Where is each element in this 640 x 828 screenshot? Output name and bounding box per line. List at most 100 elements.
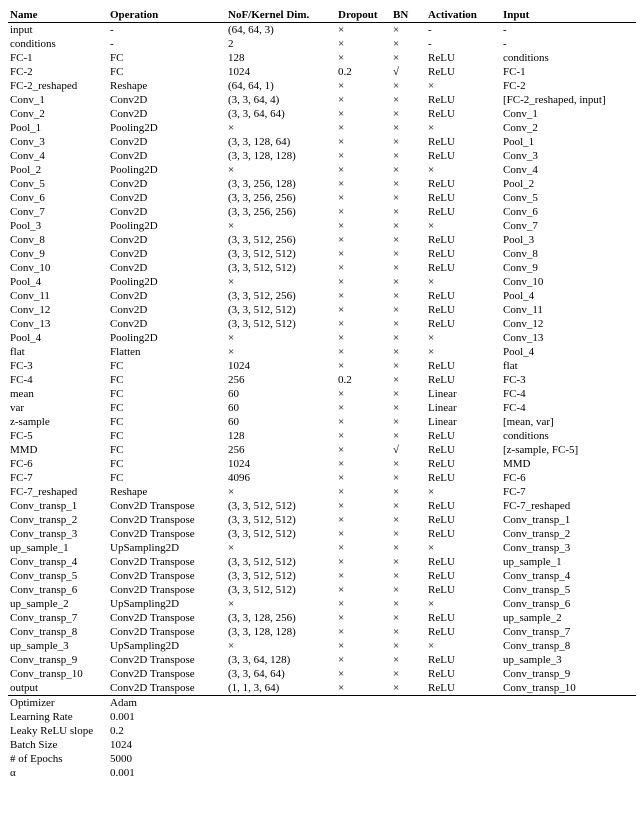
table-row: meanFC60××LinearFC-4 <box>8 387 636 401</box>
cell-inp: up_sample_3 <box>501 653 636 667</box>
table-row: Conv_11Conv2D(3, 3, 512, 256)××ReLUPool_… <box>8 289 636 303</box>
cell-name: FC-7_reshaped <box>8 485 108 499</box>
cell-act: ReLU <box>426 583 501 597</box>
cell-bn: × <box>391 457 426 471</box>
cell-bn: × <box>391 583 426 597</box>
cell-inp: FC-6 <box>501 471 636 485</box>
cell-dropout: × <box>336 457 391 471</box>
cell-act: × <box>426 219 501 233</box>
cell-op: Conv2D Transpose <box>108 499 226 513</box>
cell-name: Conv_8 <box>8 233 108 247</box>
cell-act: ReLU <box>426 303 501 317</box>
cell-nof: (3, 3, 64, 64) <box>226 107 336 121</box>
cell-bn: × <box>391 317 426 331</box>
cell-act: ReLU <box>426 667 501 681</box>
cell-name: Conv_5 <box>8 177 108 191</box>
cell-dropout: × <box>336 667 391 681</box>
table-row: Pool_4Pooling2D××××Conv_13 <box>8 331 636 345</box>
table-row: conditions-2××-- <box>8 37 636 51</box>
cell-inp: FC-7_reshaped <box>501 499 636 513</box>
cell-dropout: × <box>336 541 391 555</box>
cell-name: input <box>8 23 108 38</box>
cell-op: FC <box>108 471 226 485</box>
cell-name: Conv_11 <box>8 289 108 303</box>
hyper-row: α0.001 <box>8 766 636 780</box>
cell-dropout: × <box>336 135 391 149</box>
cell-dropout: × <box>336 345 391 359</box>
cell-dropout: × <box>336 37 391 51</box>
col-nof: NoF/Kernel Dim. <box>226 8 336 23</box>
cell-act: ReLU <box>426 149 501 163</box>
cell-bn: × <box>391 681 426 696</box>
cell-nof: (3, 3, 512, 512) <box>226 317 336 331</box>
table-row: Pool_3Pooling2D××××Conv_7 <box>8 219 636 233</box>
hyper-value: 0.001 <box>108 766 636 780</box>
table-row: Conv_transp_4Conv2D Transpose(3, 3, 512,… <box>8 555 636 569</box>
cell-dropout: × <box>336 443 391 457</box>
cell-inp: - <box>501 37 636 51</box>
cell-op: Conv2D Transpose <box>108 625 226 639</box>
cell-inp: Conv_11 <box>501 303 636 317</box>
cell-bn: × <box>391 373 426 387</box>
cell-dropout: × <box>336 555 391 569</box>
cell-nof: 1024 <box>226 359 336 373</box>
cell-bn: × <box>391 219 426 233</box>
cell-op: FC <box>108 429 226 443</box>
cell-op: Conv2D <box>108 191 226 205</box>
cell-nof: (3, 3, 512, 512) <box>226 247 336 261</box>
cell-act: ReLU <box>426 457 501 471</box>
cell-op: Conv2D Transpose <box>108 681 226 696</box>
cell-inp: FC-4 <box>501 387 636 401</box>
cell-nof: (1, 1, 3, 64) <box>226 681 336 696</box>
cell-act: ReLU <box>426 443 501 457</box>
cell-op: Conv2D Transpose <box>108 555 226 569</box>
table-row: up_sample_3UpSampling2D××××Conv_transp_8 <box>8 639 636 653</box>
cell-dropout: × <box>336 275 391 289</box>
cell-name: Conv_transp_3 <box>8 527 108 541</box>
cell-act: ReLU <box>426 625 501 639</box>
table-row: varFC60××LinearFC-4 <box>8 401 636 415</box>
cell-nof: (3, 3, 512, 512) <box>226 583 336 597</box>
cell-name: FC-4 <box>8 373 108 387</box>
cell-bn: × <box>391 289 426 303</box>
cell-act: ReLU <box>426 555 501 569</box>
cell-nof: 128 <box>226 429 336 443</box>
cell-name: z-sample <box>8 415 108 429</box>
cell-nof: (64, 64, 3) <box>226 23 336 38</box>
table-row: FC-5FC128××ReLUconditions <box>8 429 636 443</box>
hyper-key: α <box>8 766 108 780</box>
table-row: Conv_transp_6Conv2D Transpose(3, 3, 512,… <box>8 583 636 597</box>
cell-nof: (3, 3, 512, 256) <box>226 289 336 303</box>
cell-dropout: × <box>336 471 391 485</box>
cell-inp: Conv_7 <box>501 219 636 233</box>
cell-inp: Conv_1 <box>501 107 636 121</box>
cell-op: Conv2D <box>108 247 226 261</box>
cell-nof: (3, 3, 128, 256) <box>226 611 336 625</box>
cell-name: Pool_2 <box>8 163 108 177</box>
table-row: FC-4FC2560.2×ReLUFC-3 <box>8 373 636 387</box>
table-row: Conv_7Conv2D(3, 3, 256, 256)××ReLUConv_6 <box>8 205 636 219</box>
col-bn: BN <box>391 8 426 23</box>
cell-nof: 256 <box>226 373 336 387</box>
cell-name: Conv_transp_9 <box>8 653 108 667</box>
table-row: flatFlatten××××Pool_4 <box>8 345 636 359</box>
cell-nof: 1024 <box>226 65 336 79</box>
cell-op: Pooling2D <box>108 121 226 135</box>
cell-name: Conv_transp_6 <box>8 583 108 597</box>
table-row: FC-2FC10240.2√ReLUFC-1 <box>8 65 636 79</box>
cell-nof: (3, 3, 128, 128) <box>226 149 336 163</box>
cell-name: var <box>8 401 108 415</box>
table-row: Conv_8Conv2D(3, 3, 512, 256)××ReLUPool_3 <box>8 233 636 247</box>
cell-inp: Conv_transp_2 <box>501 527 636 541</box>
cell-nof: (3, 3, 256, 256) <box>226 191 336 205</box>
table-row: up_sample_2UpSampling2D××××Conv_transp_6 <box>8 597 636 611</box>
cell-bn: × <box>391 93 426 107</box>
cell-inp: up_sample_1 <box>501 555 636 569</box>
table-row: Pool_4Pooling2D××××Conv_10 <box>8 275 636 289</box>
table-row: Conv_5Conv2D(3, 3, 256, 128)××ReLUPool_2 <box>8 177 636 191</box>
cell-inp: Conv_9 <box>501 261 636 275</box>
cell-bn: × <box>391 177 426 191</box>
cell-bn: × <box>391 247 426 261</box>
cell-act: ReLU <box>426 513 501 527</box>
cell-dropout: × <box>336 261 391 275</box>
